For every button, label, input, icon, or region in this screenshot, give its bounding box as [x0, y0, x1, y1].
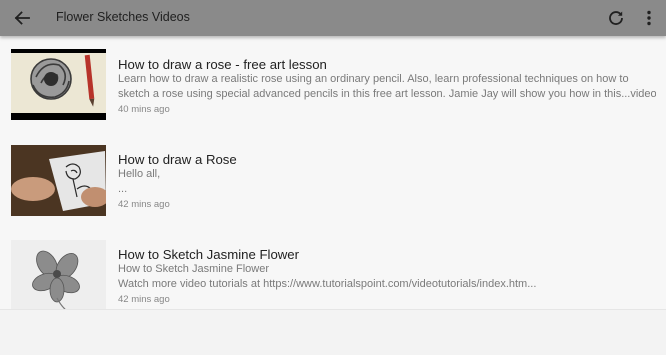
refresh-icon [609, 11, 623, 25]
app-bar: Flower Sketches Videos [0, 0, 666, 36]
arrow-back-icon [14, 11, 30, 25]
video-timestamp: 40 mins ago [118, 104, 170, 115]
video-thumbnail [11, 49, 106, 120]
description-line: Hello all, [118, 168, 161, 180]
bottom-empty-area [0, 309, 666, 355]
video-thumbnail [11, 240, 106, 309]
list-item[interactable]: How to Sketch Jasmine Flower How to Sket… [0, 226, 666, 309]
video-list: How to draw a rose - free art lesson Lea… [0, 36, 666, 309]
video-timestamp: 42 mins ago [118, 199, 170, 210]
video-timestamp: 42 mins ago [118, 294, 170, 305]
video-title: How to draw a rose - free art lesson [118, 57, 327, 72]
video-title: How to Sketch Jasmine Flower [118, 247, 300, 262]
video-thumbnail [11, 145, 106, 216]
video-description: How to Sketch Jasmine Flower Watch more … [118, 262, 656, 292]
video-description: Hello all, ... [118, 167, 656, 197]
description-line: Watch more video tutorials at https://ww… [118, 278, 537, 290]
description-line: Learn how to draw a realistic rose using… [118, 73, 629, 85]
back-button[interactable] [11, 7, 33, 29]
page-title: Flower Sketches Videos [56, 10, 190, 24]
video-title: How to draw a Rose [118, 152, 237, 167]
list-item[interactable]: How to draw a rose - free art lesson Lea… [0, 36, 666, 131]
more-options-button[interactable] [640, 7, 658, 29]
description-line: How to Sketch Jasmine Flower [118, 263, 269, 275]
refresh-button[interactable] [605, 7, 627, 29]
description-line: sketch a rose using special advanced pen… [118, 88, 656, 100]
more-vert-icon [647, 10, 651, 26]
list-item[interactable]: How to draw a Rose Hello all, ... 42 min… [0, 131, 666, 226]
description-line: ... [118, 183, 128, 195]
video-description: Learn how to draw a realistic rose using… [118, 72, 656, 102]
